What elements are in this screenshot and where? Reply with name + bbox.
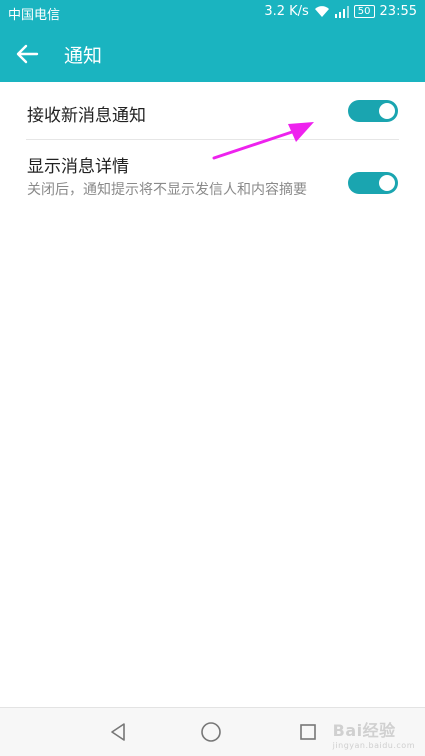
toggle-knob xyxy=(379,103,395,119)
nav-recents-button[interactable] xyxy=(296,720,320,744)
arrow-left-icon xyxy=(16,44,39,64)
back-button[interactable] xyxy=(10,37,44,71)
circle-home-icon xyxy=(201,722,221,742)
carrier-name: 中国电信 xyxy=(8,8,61,23)
app-bar: 通知 xyxy=(0,25,425,82)
status-bar: 中国电信 3.2 K/s 50 23:55 xyxy=(0,0,425,25)
network-speed: 3.2 K/s xyxy=(264,4,309,19)
setting-description: 关闭后，通知提示将不显示发信人和内容摘要 xyxy=(27,182,307,198)
annotation-arrow-icon xyxy=(212,122,314,160)
page-title: 通知 xyxy=(64,45,103,67)
status-right: 3.2 K/s 50 23:55 xyxy=(264,4,417,19)
receive-notifications-toggle[interactable] xyxy=(348,100,398,122)
clock: 23:55 xyxy=(379,4,417,19)
toggle-knob xyxy=(379,175,395,191)
watermark-text: Bai经验 xyxy=(332,721,396,740)
signal-icon xyxy=(334,5,349,18)
setting-label: 接收新消息通知 xyxy=(27,106,146,126)
navigation-bar: Bai经验 jingyan.baidu.com xyxy=(0,707,425,756)
triangle-back-icon xyxy=(111,723,125,741)
watermark-url: jingyan.baidu.com xyxy=(332,741,415,750)
nav-back-button[interactable] xyxy=(106,720,130,744)
battery-icon: 50 xyxy=(353,5,375,18)
square-recents-icon xyxy=(300,724,316,740)
nav-home-button[interactable] xyxy=(199,720,223,744)
show-details-toggle[interactable] xyxy=(348,172,398,194)
wifi-icon xyxy=(314,6,329,17)
setting-label: 显示消息详情 xyxy=(27,157,129,177)
watermark: Bai经验 jingyan.baidu.com xyxy=(333,717,415,750)
